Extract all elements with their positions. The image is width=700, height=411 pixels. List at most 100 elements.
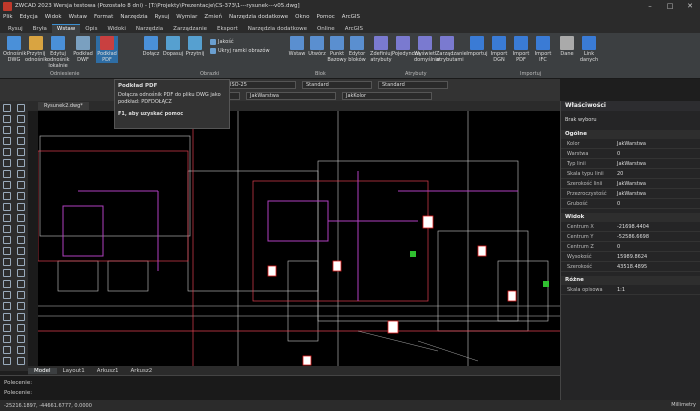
general-value-6[interactable]: 0: [617, 199, 700, 208]
tab-2[interactable]: Wstaw: [51, 24, 81, 33]
tool-icon-12[interactable]: [3, 170, 11, 178]
tab-6[interactable]: Zarządzanie: [168, 25, 212, 33]
tool-icon-37[interactable]: [17, 302, 25, 310]
tool-icon-43[interactable]: [17, 335, 25, 343]
view-value-3[interactable]: 15989.8624: [617, 252, 700, 261]
tool-icon-23[interactable]: [17, 225, 25, 233]
layer-dropdown-1[interactable]: JakWarstwa: [246, 91, 336, 100]
tool-icon-31[interactable]: [17, 269, 25, 277]
ribbon-button-17[interactable]: Import DGN: [488, 36, 510, 63]
tab-8[interactable]: Narzędzia dodatkowe: [243, 25, 312, 33]
general-row-1[interactable]: Warstwa 0: [561, 149, 700, 159]
view-value-4[interactable]: 43518.4895: [617, 262, 700, 271]
selection-dropdown[interactable]: Brak wyboru: [565, 116, 696, 125]
tool-icon-4[interactable]: [3, 126, 11, 134]
ribbon-button-10[interactable]: Punkt Bazowy: [326, 36, 348, 63]
view-value-1[interactable]: -52586.6698: [617, 232, 700, 241]
layout-tab-3[interactable]: Arkusz2: [125, 368, 159, 374]
ribbon-button-12[interactable]: Zdefiniuj atrybuty: [370, 36, 392, 63]
tab-7[interactable]: Eksport: [212, 25, 243, 33]
ribbon-small-0[interactable]: Jakość: [210, 39, 234, 45]
tab-10[interactable]: ArcGIS: [340, 25, 368, 33]
tool-icon-14[interactable]: [3, 181, 11, 189]
menu-item-12[interactable]: ArcGIS: [342, 14, 360, 20]
view-row-4[interactable]: Szerokość 43518.4895: [561, 262, 700, 272]
tab-1[interactable]: Bryła: [28, 25, 52, 33]
ribbon-button-6[interactable]: Dopasuj: [162, 36, 184, 57]
tool-icon-19[interactable]: [17, 203, 25, 211]
tool-icon-7[interactable]: [17, 137, 25, 145]
section-general[interactable]: Ogólne: [561, 130, 700, 139]
tool-icon-15[interactable]: [17, 181, 25, 189]
general-row-0[interactable]: Kolor JakWarstwa: [561, 139, 700, 149]
tool-icon-46[interactable]: [3, 357, 11, 365]
tool-icon-10[interactable]: [3, 159, 11, 167]
tool-icon-20[interactable]: [3, 214, 11, 222]
tool-icon-22[interactable]: [3, 225, 11, 233]
view-row-1[interactable]: Centrum Y -52586.6698: [561, 232, 700, 242]
tool-icon-40[interactable]: [3, 324, 11, 332]
tool-icon-38[interactable]: [3, 313, 11, 321]
ribbon-button-19[interactable]: Import IFC: [532, 36, 554, 63]
view-value-0[interactable]: -21698.4404: [617, 222, 700, 231]
tab-9[interactable]: Online: [312, 25, 340, 33]
minimize-icon[interactable]: –: [640, 0, 660, 12]
tool-icon-25[interactable]: [17, 236, 25, 244]
props-dropdown-3[interactable]: Standard: [378, 80, 448, 89]
view-row-3[interactable]: Wysokość 15989.8624: [561, 252, 700, 262]
general-row-5[interactable]: Przezroczystość JakWarstwa: [561, 189, 700, 199]
menu-item-9[interactable]: Narzędzia dodatkowe: [229, 14, 288, 20]
tool-icon-44[interactable]: [3, 346, 11, 354]
tool-icon-30[interactable]: [3, 269, 11, 277]
view-row-0[interactable]: Centrum X -21698.4404: [561, 222, 700, 232]
misc-row-0[interactable]: Skala opisowa 1:1: [561, 285, 700, 295]
ribbon-button-7[interactable]: Przytnij: [184, 36, 206, 57]
tab-5[interactable]: Narzędzia: [131, 25, 168, 33]
ribbon-button-0[interactable]: Odnośnik DWG: [3, 36, 26, 63]
layout-tab-2[interactable]: Arkusz1: [91, 368, 125, 374]
view-value-2[interactable]: 0: [617, 242, 700, 251]
command-prompt[interactable]: Polecenie:: [4, 388, 556, 398]
general-value-0[interactable]: JakWarstwa: [617, 139, 700, 148]
tool-icon-8[interactable]: [3, 148, 11, 156]
tool-icon-29[interactable]: [17, 258, 25, 266]
menu-item-3[interactable]: Wstaw: [69, 14, 87, 20]
tool-icon-11[interactable]: [17, 159, 25, 167]
menu-item-8[interactable]: Zmień: [204, 14, 222, 20]
command-line[interactable]: Polecenie: Polecenie:: [0, 375, 560, 400]
section-misc[interactable]: Różne: [561, 276, 700, 285]
general-value-1[interactable]: 0: [617, 149, 700, 158]
tool-icon-2[interactable]: [3, 115, 11, 123]
menu-item-2[interactable]: Widok: [45, 14, 62, 20]
props-dropdown-2[interactable]: Standard: [302, 80, 372, 89]
tool-icon-13[interactable]: [17, 170, 25, 178]
tool-icon-32[interactable]: [3, 280, 11, 288]
ribbon-small-1[interactable]: Ukryj ramki obrazów: [210, 48, 270, 54]
ribbon-button-5[interactable]: Dołącz: [140, 36, 162, 57]
tool-icon-26[interactable]: [3, 247, 11, 255]
tool-icon-33[interactable]: [17, 280, 25, 288]
tool-icon-6[interactable]: [3, 137, 11, 145]
ribbon-button-21[interactable]: Link danych: [578, 36, 600, 63]
general-value-5[interactable]: JakWarstwa: [617, 189, 700, 198]
menu-item-6[interactable]: Rysuj: [155, 14, 170, 20]
tool-icon-3[interactable]: [17, 115, 25, 123]
tool-icon-42[interactable]: [3, 335, 11, 343]
tool-icon-24[interactable]: [3, 236, 11, 244]
doc-tab[interactable]: Rysunek2.dwg*: [38, 102, 89, 110]
tool-icon-9[interactable]: [17, 148, 25, 156]
ribbon-button-11[interactable]: Edytor bloków: [346, 36, 368, 63]
misc-value-0[interactable]: 1:1: [617, 285, 700, 294]
tab-3[interactable]: Opis: [80, 25, 102, 33]
ribbon-button-20[interactable]: Dane: [556, 36, 578, 57]
menu-item-5[interactable]: Narzędzia: [120, 14, 147, 20]
layout-tab-1[interactable]: Layout1: [57, 368, 91, 374]
tool-icon-34[interactable]: [3, 291, 11, 299]
tool-icon-21[interactable]: [17, 214, 25, 222]
tool-icon-28[interactable]: [3, 258, 11, 266]
ribbon-button-18[interactable]: Import PDF: [510, 36, 532, 63]
tool-icon-41[interactable]: [17, 324, 25, 332]
general-row-2[interactable]: Typ linii JakWarstwa: [561, 159, 700, 169]
tool-icon-18[interactable]: [3, 203, 11, 211]
general-row-4[interactable]: Szerokość linii JakWarstwa: [561, 179, 700, 189]
